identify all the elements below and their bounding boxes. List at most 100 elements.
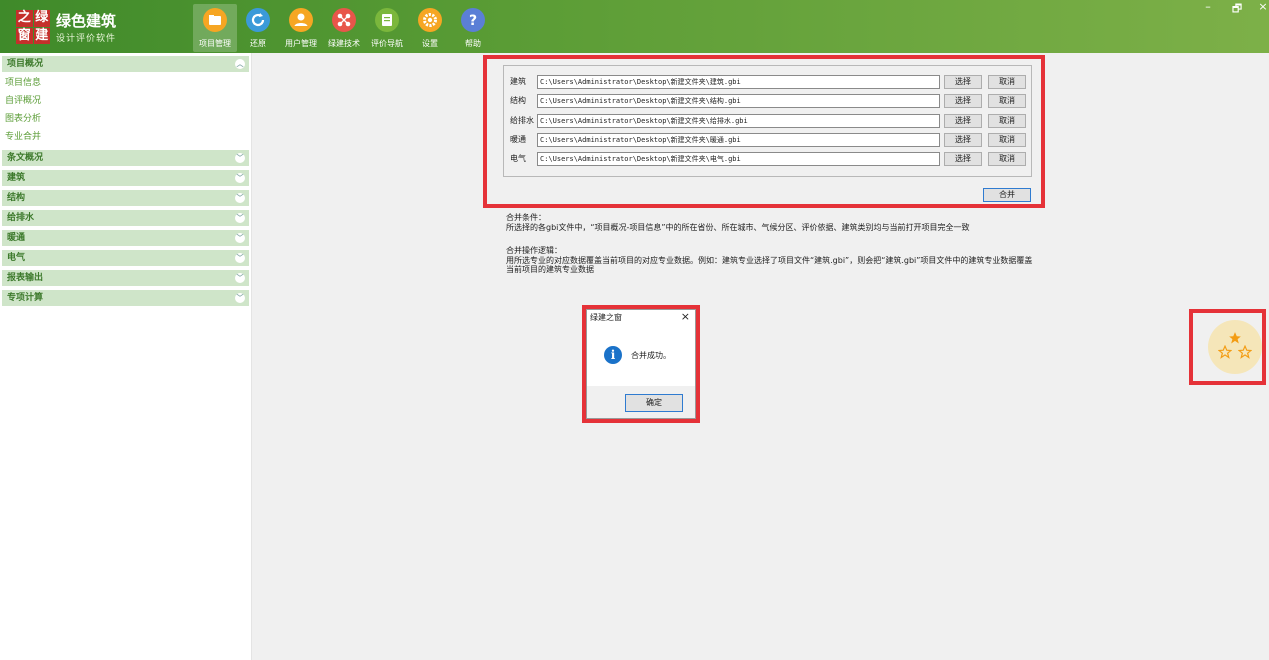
sidebar-section-structure[interactable]: 结构 ﹀ (2, 190, 249, 206)
merge-logic-title: 合并操作逻辑： (506, 246, 562, 255)
toolbar-settings-button[interactable]: 设置 (408, 4, 452, 52)
cancel-file-button[interactable]: 取消 (988, 152, 1026, 166)
chevron-down-icon[interactable]: ﹀ (235, 233, 245, 243)
app-title: 绿色建筑 (56, 12, 117, 30)
section-label: 条文概况 (7, 153, 44, 163)
star-outline-icon (1218, 345, 1232, 359)
merge-logic-text: 用所选专业的对应数据覆盖当前项目的对应专业数据。例如：建筑专业选择了项目文件“建… (506, 256, 1033, 274)
toolbar-label: 用户管理 (285, 39, 317, 48)
sidebar-section-plumbing[interactable]: 给排水 ﹀ (2, 210, 249, 226)
dialog-footer: 确定 (587, 386, 695, 418)
logo-char: 之 (16, 10, 33, 27)
row-label: 给排水 (510, 116, 534, 125)
chevron-down-icon[interactable]: ﹀ (235, 193, 245, 203)
dialog-title: 绿建之窗 (590, 313, 622, 322)
merge-condition-text: 所选择的各gbi文件中，“项目概况-项目信息”中的所在省份、所在城市、气候分区、… (506, 223, 970, 232)
chevron-up-icon[interactable]: ︿ (235, 59, 245, 69)
restore-icon (245, 7, 271, 33)
star-outline-icon (1238, 345, 1252, 359)
section-label: 电气 (7, 253, 26, 263)
toolbar-project-management-button[interactable]: 项目管理 (193, 4, 237, 52)
folder-icon (202, 7, 228, 33)
sidebar-item-self-evaluation[interactable]: 自评概况 (0, 92, 251, 110)
toolbar-user-management-button[interactable]: 用户管理 (279, 4, 323, 52)
logo-char: 绿 (33, 10, 50, 27)
row-label: 暖通 (510, 135, 526, 144)
sidebar-item-discipline-merge[interactable]: 专业合并 (0, 128, 251, 146)
svg-text:?: ? (469, 13, 477, 29)
cancel-file-button[interactable]: 取消 (988, 94, 1026, 108)
chevron-down-icon[interactable]: ﹀ (235, 273, 245, 283)
chevron-down-icon[interactable]: ﹀ (235, 253, 245, 263)
user-icon (288, 7, 314, 33)
toolbar-green-tech-button[interactable]: 绿建技术 (322, 4, 366, 52)
sidebar-section-special-calc[interactable]: 专项计算 ﹀ (2, 290, 249, 306)
toolbar-label: 绿建技术 (328, 39, 360, 48)
toolbar-label: 评价导航 (371, 39, 403, 48)
app-subtitle: 设计评价软件 (56, 34, 117, 44)
section-label: 给排水 (7, 213, 35, 223)
sidebar-section-architecture[interactable]: 建筑 ﹀ (2, 170, 249, 186)
section-label: 暖通 (7, 233, 26, 243)
merge-button[interactable]: 合并 (983, 188, 1031, 202)
cancel-file-button[interactable]: 取消 (988, 114, 1026, 128)
section-label: 建筑 (7, 173, 26, 183)
sidebar-item-project-info[interactable]: 项目信息 (0, 74, 251, 92)
select-file-button[interactable]: 选择 (944, 152, 982, 166)
file-path-field[interactable]: C:\Users\Administrator\Desktop\新建文件夹\电气.… (537, 152, 940, 166)
toolbar-restore-button[interactable]: 还原 (236, 4, 280, 52)
row-label: 结构 (510, 96, 526, 105)
restore-window-button[interactable]: 🗗 (1226, 0, 1248, 19)
section-label: 结构 (7, 193, 26, 203)
select-file-button[interactable]: 选择 (944, 75, 982, 89)
cancel-file-button[interactable]: 取消 (988, 75, 1026, 89)
cancel-file-button[interactable]: 取消 (988, 133, 1026, 147)
info-icon: i (604, 346, 622, 364)
select-file-button[interactable]: 选择 (944, 114, 982, 128)
tech-icon (331, 7, 357, 33)
message-dialog: 绿建之窗 × i 合并成功。 确定 (586, 309, 696, 419)
row-label: 电气 (510, 154, 526, 163)
toolbar-label: 还原 (250, 39, 266, 48)
floating-rating-widget[interactable] (1208, 320, 1262, 374)
toolbar-label: 设置 (422, 39, 438, 48)
file-path-field[interactable]: C:\Users\Administrator\Desktop\新建文件夹\暖通.… (537, 133, 940, 147)
app-logo: 之 绿 窗 建 (16, 10, 50, 44)
logo-char: 窗 (16, 27, 33, 44)
section-label: 专项计算 (7, 293, 44, 303)
close-window-button[interactable]: × (1252, 0, 1269, 13)
section-label: 报表输出 (7, 273, 44, 283)
select-file-button[interactable]: 选择 (944, 133, 982, 147)
toolbar-help-button[interactable]: ? 帮助 (451, 4, 495, 52)
row-label: 建筑 (510, 77, 526, 86)
merge-condition-title: 合并条件： (506, 213, 546, 222)
sidebar-section-clauses[interactable]: 条文概况 ﹀ (2, 150, 249, 166)
chevron-down-icon[interactable]: ﹀ (235, 173, 245, 183)
logo-char: 建 (33, 27, 50, 44)
select-file-button[interactable]: 选择 (944, 94, 982, 108)
minimize-button[interactable]: – (1197, 0, 1219, 13)
star-filled-icon (1229, 332, 1241, 344)
dialog-message: 合并成功。 (631, 351, 671, 360)
chevron-down-icon[interactable]: ﹀ (235, 293, 245, 303)
sidebar-section-electrical[interactable]: 电气 ﹀ (2, 250, 249, 266)
file-path-field[interactable]: C:\Users\Administrator\Desktop\新建文件夹\给排水… (537, 114, 940, 128)
help-icon: ? (460, 7, 486, 33)
section-label: 项目概况 (7, 59, 44, 69)
book-icon (374, 7, 400, 33)
toolbar-label: 帮助 (465, 39, 481, 48)
sidebar-item-chart-analysis[interactable]: 图表分析 (0, 110, 251, 128)
sidebar-section-report-output[interactable]: 报表输出 ﹀ (2, 270, 249, 286)
sidebar-section-hvac[interactable]: 暖通 ﹀ (2, 230, 249, 246)
sidebar-section-project-overview[interactable]: 项目概况 ︿ (2, 56, 249, 72)
dialog-close-button[interactable]: × (681, 310, 690, 323)
file-path-field[interactable]: C:\Users\Administrator\Desktop\新建文件夹\结构.… (537, 94, 940, 108)
toolbar-evaluation-nav-button[interactable]: 评价导航 (365, 4, 409, 52)
gear-icon (417, 7, 443, 33)
file-path-field[interactable]: C:\Users\Administrator\Desktop\新建文件夹\建筑.… (537, 75, 940, 89)
toolbar-label: 项目管理 (199, 39, 231, 48)
ok-button[interactable]: 确定 (625, 394, 683, 412)
chevron-down-icon[interactable]: ﹀ (235, 153, 245, 163)
title-bar: 之 绿 窗 建 绿色建筑 设计评价软件 项目管理 还原 用户管理 绿建技术 评价… (0, 0, 1269, 53)
chevron-down-icon[interactable]: ﹀ (235, 213, 245, 223)
